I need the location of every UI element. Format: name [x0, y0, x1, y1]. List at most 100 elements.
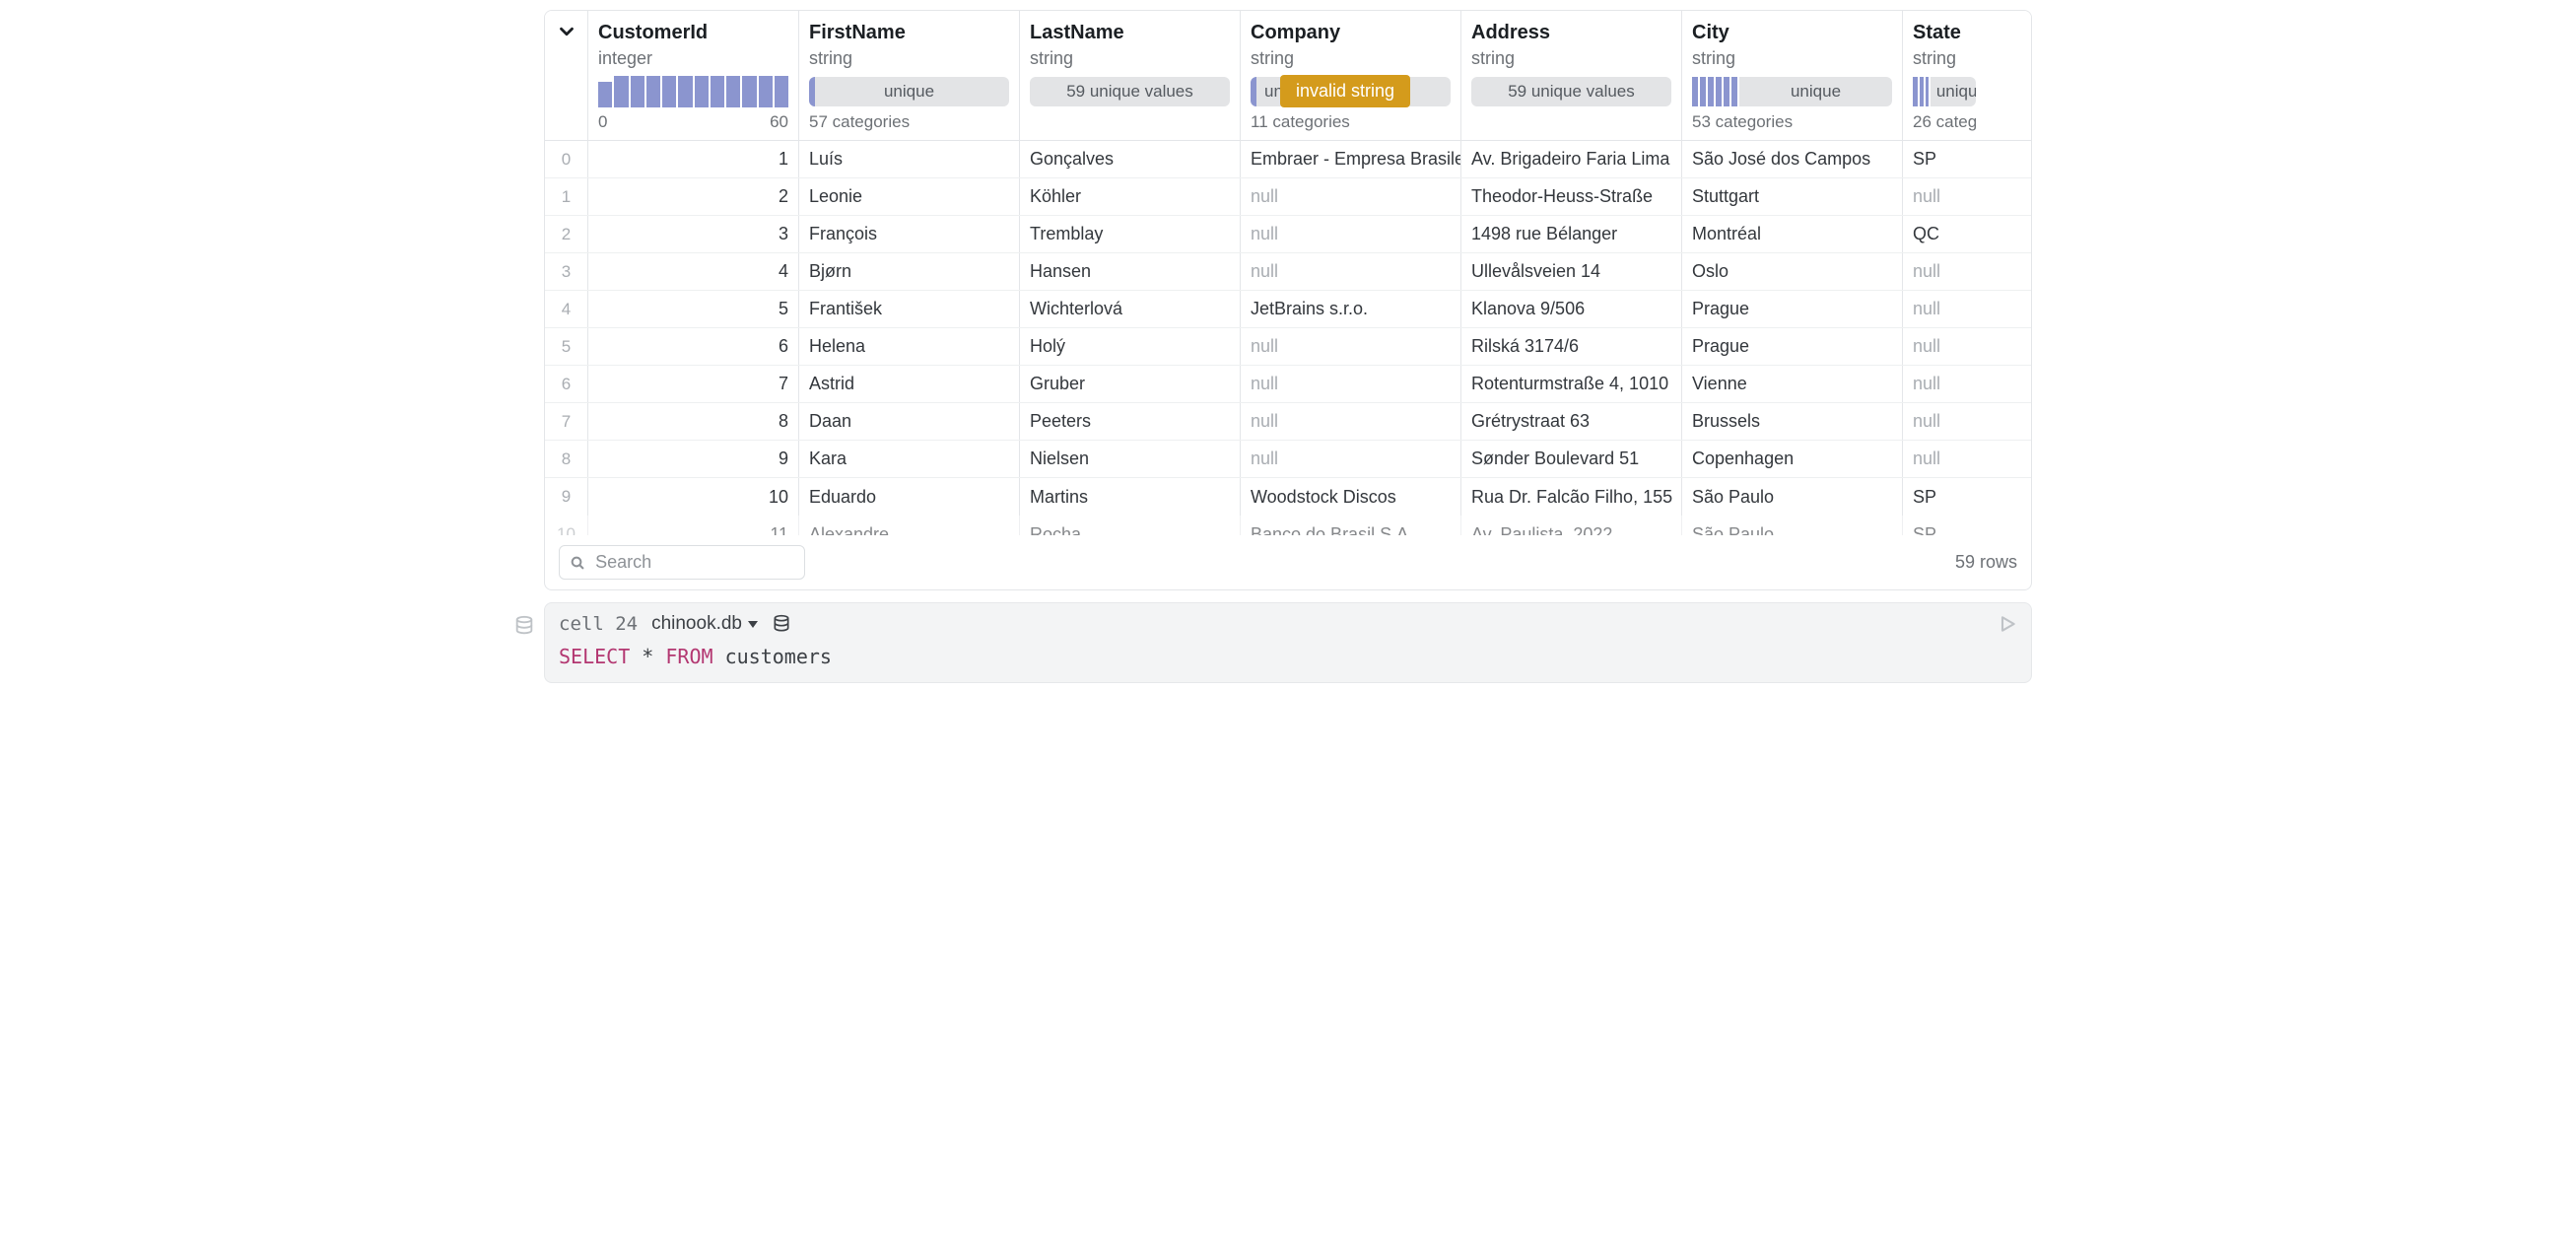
cell-customerid[interactable]: 10 [588, 478, 799, 516]
cell-state[interactable]: null [1903, 441, 1986, 477]
cell-lastname[interactable]: Köhler [1020, 178, 1241, 215]
cell-address[interactable]: Rilská 3174/6 [1461, 328, 1682, 365]
cell-state[interactable]: null [1903, 328, 1986, 365]
cell-company[interactable]: null [1241, 441, 1461, 477]
table-row[interactable]: 01LuísGonçalvesEmbraer - Empresa Brasile… [545, 141, 2031, 178]
cell-city[interactable]: Prague [1682, 328, 1903, 365]
cell-city[interactable]: São José dos Campos [1682, 141, 1903, 177]
cell-customerid[interactable]: 7 [588, 366, 799, 402]
cell-firstname[interactable]: Luís [799, 141, 1020, 177]
sql-editor[interactable]: SELECT * FROM customers [545, 645, 2031, 682]
cell-firstname[interactable]: Daan [799, 403, 1020, 440]
table-row[interactable]: 34BjørnHansennullUllevålsveien 14Oslonul… [545, 253, 2031, 291]
cell-city[interactable]: Copenhagen [1682, 441, 1903, 477]
cell-city[interactable]: São Paulo [1682, 516, 1903, 535]
cell-customerid[interactable]: 2 [588, 178, 799, 215]
column-header-state[interactable]: State string unique 26 categories [1903, 11, 1986, 140]
cell-address[interactable]: Klanova 9/506 [1461, 291, 1682, 327]
table-row[interactable]: 89KaraNielsennullSønder Boulevard 51Cope… [545, 441, 2031, 478]
cell-company[interactable]: null [1241, 216, 1461, 252]
cell-address[interactable]: Theodor-Heuss-Straße [1461, 178, 1682, 215]
cell-lastname[interactable]: Martins [1020, 478, 1241, 516]
cell-firstname[interactable]: Astrid [799, 366, 1020, 402]
cell-state[interactable]: SP [1903, 516, 1986, 535]
cell-city[interactable]: Vienne [1682, 366, 1903, 402]
cell-lastname[interactable]: Holý [1020, 328, 1241, 365]
run-button[interactable] [1998, 614, 2017, 634]
cell-customerid[interactable]: 4 [588, 253, 799, 290]
cell-city[interactable]: Brussels [1682, 403, 1903, 440]
column-header-lastname[interactable]: LastName string 59 unique values [1020, 11, 1241, 140]
cell-company[interactable]: Woodstock Discos [1241, 478, 1461, 516]
table-row[interactable]: 910EduardoMartinsWoodstock DiscosRua Dr.… [545, 478, 2031, 516]
cell-city[interactable]: Montréal [1682, 216, 1903, 252]
column-header-city[interactable]: City string unique 53 categories [1682, 11, 1903, 140]
table-row[interactable]: 56HelenaHolýnullRilská 3174/6Praguenull [545, 328, 2031, 366]
cell-company[interactable]: JetBrains s.r.o. [1241, 291, 1461, 327]
cell-firstname[interactable]: Kara [799, 441, 1020, 477]
cell-firstname[interactable]: François [799, 216, 1020, 252]
cell-firstname[interactable]: Alexandre [799, 516, 1020, 535]
cell-lastname[interactable]: Gruber [1020, 366, 1241, 402]
cell-customerid[interactable]: 1 [588, 141, 799, 177]
cell-customerid[interactable]: 6 [588, 328, 799, 365]
cell-city[interactable]: São Paulo [1682, 478, 1903, 516]
cell-address[interactable]: Sønder Boulevard 51 [1461, 441, 1682, 477]
cell-customerid[interactable]: 11 [588, 516, 799, 535]
search-input[interactable] [559, 545, 805, 580]
cell-address[interactable]: Ullevålsveien 14 [1461, 253, 1682, 290]
table-row[interactable]: 67AstridGrubernullRotenturmstraße 4, 101… [545, 366, 2031, 403]
column-header-customerid[interactable]: CustomerId integer 0 60 [588, 11, 799, 140]
database-selector[interactable]: chinook.db [651, 613, 758, 635]
cell-address[interactable]: Rua Dr. Falcão Filho, 155 [1461, 478, 1682, 516]
table-row[interactable]: 12LeonieKöhlernullTheodor-Heuss-StraßeSt… [545, 178, 2031, 216]
cell-firstname[interactable]: Bjørn [799, 253, 1020, 290]
table-row[interactable]: 23FrançoisTremblaynull1498 rue BélangerM… [545, 216, 2031, 253]
cell-state[interactable]: null [1903, 403, 1986, 440]
cell-state[interactable]: SP [1903, 478, 1986, 516]
cell-address[interactable]: Rotenturmstraße 4, 1010 [1461, 366, 1682, 402]
cell-company[interactable]: Banco do Brasil S.A. [1241, 516, 1461, 535]
cell-company[interactable]: null [1241, 178, 1461, 215]
cell-customerid[interactable]: 3 [588, 216, 799, 252]
cell-address[interactable]: Av. Brigadeiro Faria Lima [1461, 141, 1682, 177]
cell-state[interactable]: null [1903, 178, 1986, 215]
cell-state[interactable]: QC [1903, 216, 1986, 252]
table-row[interactable]: 78DaanPeetersnullGrétrystraat 63Brussels… [545, 403, 2031, 441]
cell-firstname[interactable]: František [799, 291, 1020, 327]
cell-lastname[interactable]: Peeters [1020, 403, 1241, 440]
cell-address[interactable]: Grétrystraat 63 [1461, 403, 1682, 440]
cell-company[interactable]: null [1241, 366, 1461, 402]
cell-lastname[interactable]: Hansen [1020, 253, 1241, 290]
cell-lastname[interactable]: Rocha [1020, 516, 1241, 535]
column-header-company[interactable]: Company string unique invalid string 11 … [1241, 11, 1461, 140]
cell-lastname[interactable]: Tremblay [1020, 216, 1241, 252]
cell-customerid[interactable]: 8 [588, 403, 799, 440]
expand-toggle[interactable] [545, 11, 588, 140]
cell-lastname[interactable]: Wichterlová [1020, 291, 1241, 327]
cell-city[interactable]: Oslo [1682, 253, 1903, 290]
cell-customerid[interactable]: 5 [588, 291, 799, 327]
cell-state[interactable]: null [1903, 366, 1986, 402]
cell-address[interactable]: Av. Paulista, 2022 [1461, 516, 1682, 535]
cell-state[interactable]: SP [1903, 141, 1986, 177]
cell-company[interactable]: null [1241, 253, 1461, 290]
cell-state[interactable]: null [1903, 253, 1986, 290]
cell-company[interactable]: null [1241, 328, 1461, 365]
cell-company[interactable]: null [1241, 403, 1461, 440]
cell-firstname[interactable]: Helena [799, 328, 1020, 365]
cell-firstname[interactable]: Eduardo [799, 478, 1020, 516]
cell-company[interactable]: Embraer - Empresa Brasileira [1241, 141, 1461, 177]
cell-state[interactable]: null [1903, 291, 1986, 327]
cell-address[interactable]: 1498 rue Bélanger [1461, 216, 1682, 252]
search-field[interactable] [593, 551, 794, 574]
cell-lastname[interactable]: Gonçalves [1020, 141, 1241, 177]
cell-firstname[interactable]: Leonie [799, 178, 1020, 215]
cell-city[interactable]: Prague [1682, 291, 1903, 327]
cell-city[interactable]: Stuttgart [1682, 178, 1903, 215]
cell-customerid[interactable]: 9 [588, 441, 799, 477]
cell-lastname[interactable]: Nielsen [1020, 441, 1241, 477]
column-header-address[interactable]: Address string 59 unique values [1461, 11, 1682, 140]
table-row[interactable]: 45FrantišekWichterlováJetBrains s.r.o.Kl… [545, 291, 2031, 328]
column-header-firstname[interactable]: FirstName string unique 57 categories [799, 11, 1020, 140]
